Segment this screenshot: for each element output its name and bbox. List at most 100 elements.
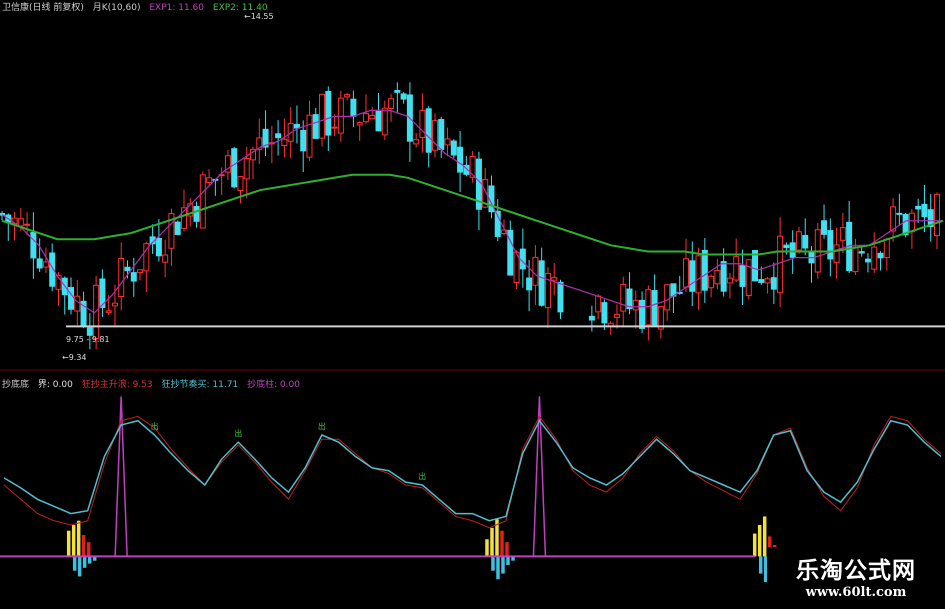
candle-up <box>111 302 118 307</box>
candle-down <box>325 90 332 136</box>
candle-down <box>438 118 445 150</box>
sell-signal-label: 出 <box>418 471 426 481</box>
watermark-url: www.60lt.com <box>805 585 907 600</box>
sell-signal-label: 出 <box>234 428 242 438</box>
candle-up <box>356 122 363 126</box>
candle-up <box>695 255 702 294</box>
candle-down <box>312 114 319 139</box>
candle-down <box>275 133 282 139</box>
histogram-bar-down <box>496 556 500 580</box>
stock-title: 卫信康(日线 前复权) <box>2 3 84 13</box>
watermark-title: 乐淘公式网 <box>796 558 916 584</box>
candle-down <box>601 302 608 324</box>
oscillator-slow-line <box>3 415 942 529</box>
candle-up <box>306 114 313 158</box>
histogram-bar-down <box>87 556 92 564</box>
candle-down <box>802 235 809 249</box>
candle-down <box>588 315 595 321</box>
candle-down <box>789 242 796 258</box>
candle-down <box>538 260 545 306</box>
candle-up <box>620 283 627 312</box>
histogram-bar-up <box>71 525 76 557</box>
candle-up <box>42 261 49 268</box>
candle-up <box>17 218 24 227</box>
candle-up <box>708 275 715 289</box>
oscillator-value-3: 狂抄节奏买: 11.71 <box>161 380 239 390</box>
candle-down <box>519 248 526 270</box>
candle-down <box>394 90 401 93</box>
histogram-bar-down <box>501 556 505 574</box>
candle-down <box>155 237 162 257</box>
candle-up <box>795 231 802 251</box>
oscillator-panel-header: 抄底底 界: 0.00 狂抄主升浪: 9.53 狂抄节奏买: 11.71 抄底柱… <box>2 377 306 390</box>
candle-up <box>890 206 897 232</box>
candle-up <box>852 246 859 273</box>
candle-up <box>551 277 558 281</box>
sell-signal-label: 出 <box>151 421 159 431</box>
candle-down <box>877 252 884 259</box>
histogram-bar-strong <box>81 535 86 557</box>
candle-up <box>908 212 915 233</box>
candle-down <box>720 261 727 292</box>
oscillator-title: 抄底底 <box>2 380 30 390</box>
candle-up <box>839 227 846 241</box>
candle-down <box>858 251 865 254</box>
candle-down <box>450 140 457 156</box>
candle-up <box>24 223 31 226</box>
candle-up <box>337 97 344 134</box>
candle-down <box>827 230 834 260</box>
candle-up <box>595 295 602 313</box>
histogram-bar-up <box>752 533 757 557</box>
candle-up <box>613 313 620 318</box>
candle-up <box>206 177 213 183</box>
candle-down <box>457 146 464 173</box>
candle-up <box>726 277 733 284</box>
histogram-bar-up <box>490 527 494 557</box>
candle-down <box>124 266 131 272</box>
histogram-bar-down <box>506 556 510 565</box>
histogram-bar-down <box>491 556 495 571</box>
candle-down <box>130 272 137 282</box>
candle-up <box>444 138 451 146</box>
histogram-bar-up <box>485 539 489 557</box>
candle-up <box>105 310 112 313</box>
candle-up <box>934 193 940 237</box>
candle-down <box>770 277 777 290</box>
exp1-value: EXP1: 11.60 <box>149 3 205 13</box>
sell-signal-label: 出 <box>318 421 326 431</box>
candle-down <box>689 260 696 292</box>
histogram-bar-strong <box>86 542 91 557</box>
candle-down <box>526 277 533 291</box>
candle-down <box>193 206 200 222</box>
histogram-bar-down <box>82 556 87 568</box>
candle-up <box>93 284 100 340</box>
candlesticks <box>0 82 940 350</box>
candle-down <box>300 129 307 152</box>
candle-down <box>557 281 564 313</box>
candle-down <box>758 279 765 283</box>
exp1-line <box>1 109 943 314</box>
candle-down <box>68 287 75 310</box>
candle-down <box>293 123 300 129</box>
candle-down <box>915 205 922 210</box>
candle-up <box>319 93 326 139</box>
candle-up <box>281 138 288 147</box>
candle-down <box>30 231 37 259</box>
candle-up <box>381 107 388 136</box>
candle-up <box>369 115 376 120</box>
candle-up <box>413 139 420 145</box>
candle-down <box>651 290 658 326</box>
exp2-value: EXP2: 11.40 <box>212 3 268 13</box>
candle-up <box>871 246 878 270</box>
candle-up <box>331 126 338 129</box>
candle-down <box>400 93 407 100</box>
candle-down <box>896 212 903 215</box>
candle-up <box>137 269 144 274</box>
candle-up <box>733 256 740 281</box>
oscillator-value-1: 界: 0.00 <box>37 380 73 390</box>
candle-down <box>701 249 708 291</box>
stock-chart: ←14.55←9.349.75 - 9.81出出出出 <box>0 12 945 583</box>
candle-up <box>833 244 840 264</box>
candle-up <box>199 174 206 229</box>
candle-up <box>118 258 125 298</box>
